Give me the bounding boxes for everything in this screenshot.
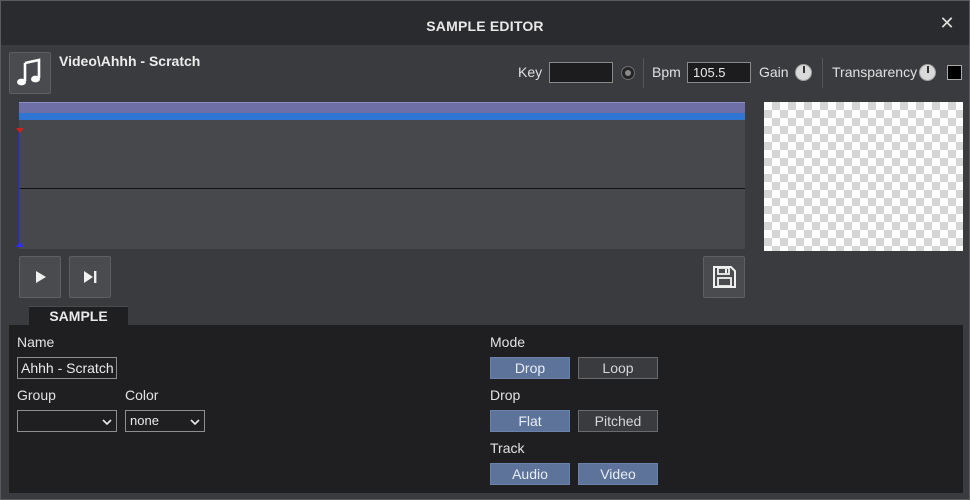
playhead-top-marker (16, 128, 24, 133)
gain-label: Gain (759, 64, 789, 80)
name-label: Name (17, 334, 55, 350)
drop-pitched-button[interactable]: Pitched (578, 410, 658, 432)
play-icon (36, 271, 46, 283)
sample-settings-panel: Name Group Color none Mode Drop Loop Dro… (9, 325, 963, 493)
save-button[interactable] (703, 256, 745, 298)
mode-loop-button[interactable]: Loop (578, 357, 658, 379)
waveform-overview-band (19, 102, 745, 113)
toolbar-divider (643, 58, 644, 88)
mode-label: Mode (490, 334, 526, 350)
mode-drop-button[interactable]: Drop (490, 357, 570, 379)
drop-label: Drop (490, 387, 521, 403)
group-label: Group (17, 387, 56, 403)
key-label: Key (518, 64, 543, 80)
bpm-field[interactable] (687, 62, 751, 83)
video-preview (764, 102, 963, 251)
drop-flat-button[interactable]: Flat (490, 410, 570, 432)
color-select-value: none (130, 413, 159, 428)
playhead-cursor[interactable] (19, 130, 20, 246)
play-button[interactable] (19, 256, 61, 298)
transparency-label: Transparency (832, 64, 918, 80)
color-label: Color (125, 387, 159, 403)
skip-to-end-button[interactable] (69, 256, 111, 298)
waveform-center-line (19, 188, 745, 189)
sample-title: Video\Ahhh - Scratch (59, 53, 201, 69)
window-title: SAMPLE EDITOR (426, 18, 544, 34)
gain-knob[interactable] (795, 64, 812, 81)
sample-editor-window: SAMPLE EDITOR ✕ Video\Ahhh - Scratch Key… (0, 0, 970, 500)
chevron-down-icon (190, 419, 200, 426)
transparency-color-swatch[interactable] (947, 65, 962, 80)
track-label: Track (490, 440, 525, 456)
name-field[interactable] (17, 357, 117, 379)
waveform-display[interactable] (16, 102, 745, 249)
save-icon (713, 266, 736, 288)
track-audio-button[interactable]: Audio (490, 463, 570, 485)
transparency-knob[interactable] (919, 64, 936, 81)
key-indicator-icon[interactable] (621, 66, 635, 80)
chevron-down-icon (102, 419, 112, 426)
toolbar-divider (822, 58, 823, 88)
track-video-button[interactable]: Video (578, 463, 658, 485)
key-field[interactable] (549, 62, 613, 83)
title-bar: SAMPLE EDITOR ✕ (1, 1, 969, 45)
skip-to-end-icon (84, 271, 97, 283)
color-select[interactable]: none (125, 410, 205, 432)
tab-sample[interactable]: SAMPLE (29, 306, 128, 326)
group-select[interactable] (17, 410, 117, 432)
music-note-icon (9, 52, 51, 94)
bpm-label: Bpm (652, 64, 681, 80)
close-icon[interactable]: ✕ (939, 14, 955, 32)
waveform-position-band (19, 113, 745, 120)
playhead-bottom-marker (16, 242, 24, 247)
